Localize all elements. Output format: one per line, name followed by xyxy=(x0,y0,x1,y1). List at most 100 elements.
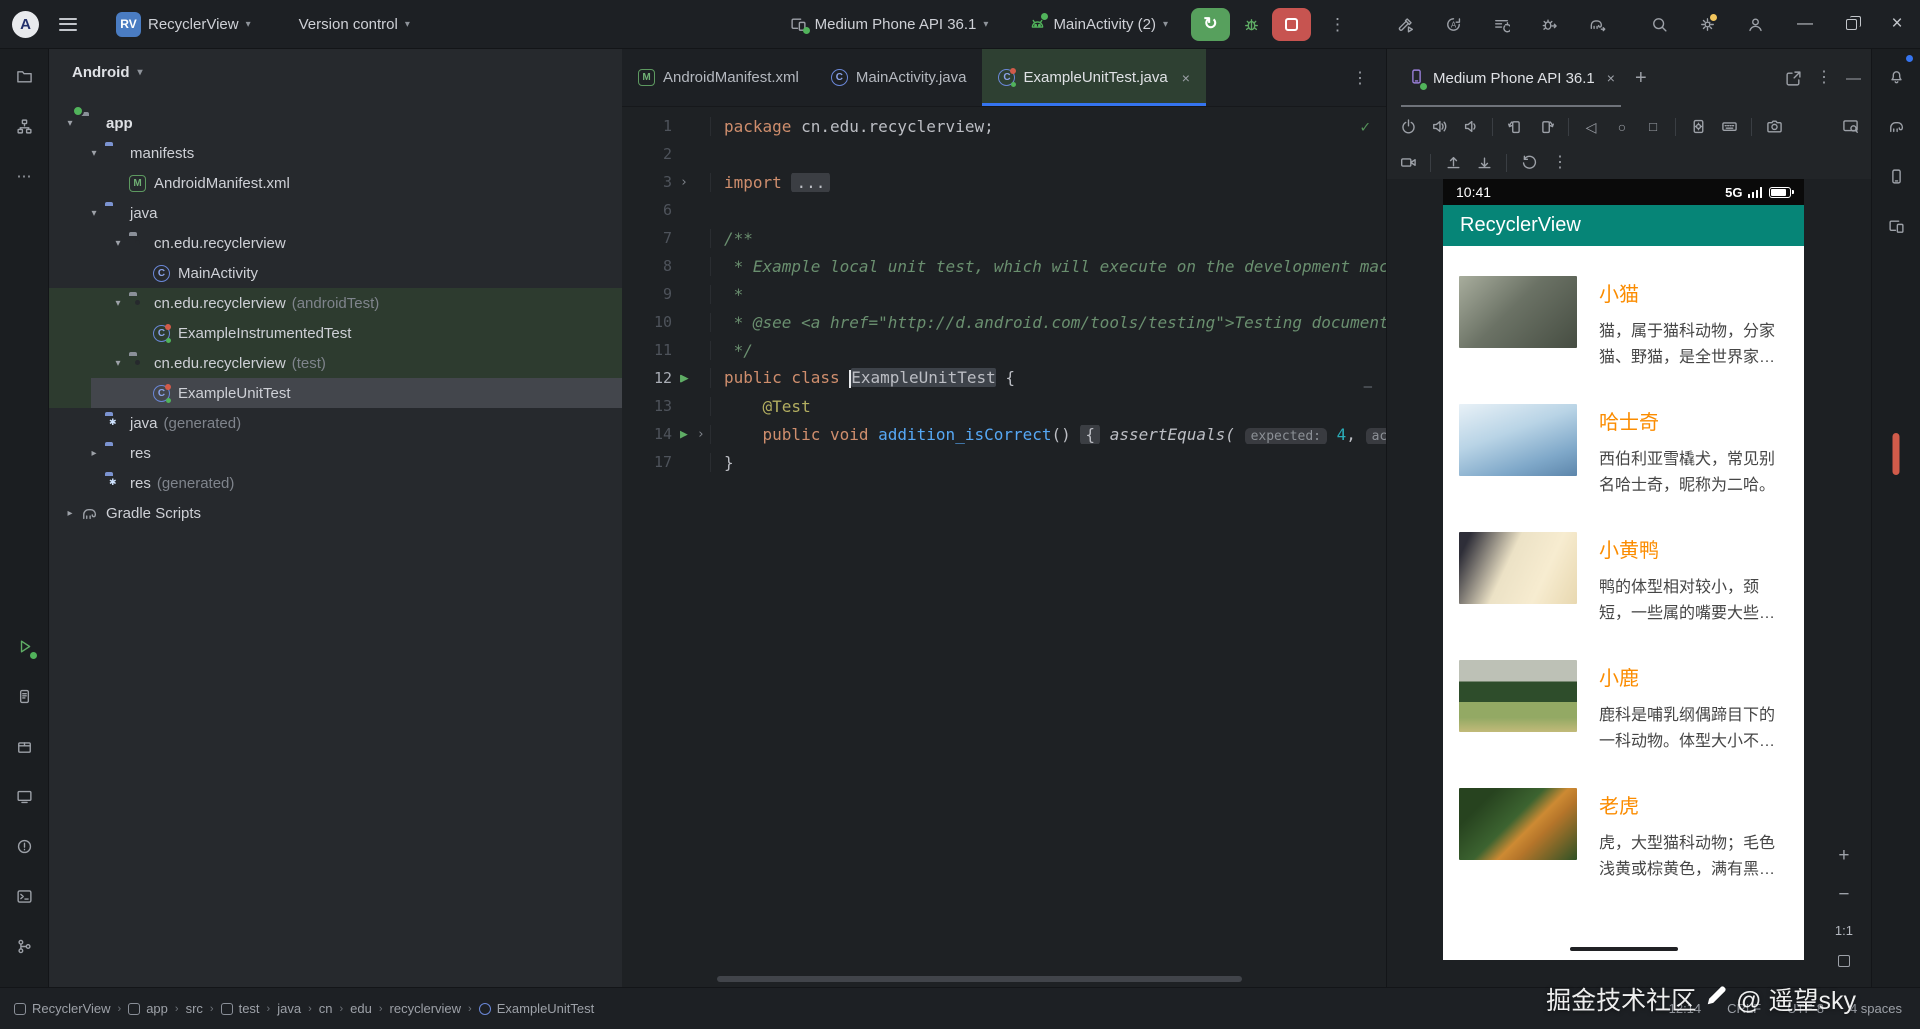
run-all-tests-icon[interactable]: ▶▶ xyxy=(680,371,689,386)
project-widget[interactable]: RV RecyclerView ▾ xyxy=(107,7,260,41)
rotate-left-icon[interactable] xyxy=(1506,118,1524,136)
tree-item-java[interactable]: ▾ java xyxy=(49,198,622,228)
list-item[interactable]: 小鹿鹿科是哺乳纲偶蹄目下的一科动物。体型大小不等，为有角的反… xyxy=(1459,660,1788,755)
tree-item-res[interactable]: res (generated) xyxy=(49,468,622,498)
problems-icon[interactable] xyxy=(6,828,43,865)
tree-item-cn-edu-recyclerview[interactable]: ▾ cn.edu.recyclerview xyxy=(49,228,622,258)
code-changes-icon[interactable] xyxy=(1484,7,1518,41)
more-icon[interactable]: ⋮ xyxy=(1551,154,1569,172)
tree-item-cn-edu-recyclerview[interactable]: ▾ cn.edu.recyclerview (test) xyxy=(49,348,622,378)
code-text[interactable]: /** xyxy=(710,228,1386,248)
project-view-selector[interactable]: Android ▾ xyxy=(49,49,622,96)
tree-item-manifests[interactable]: ▾ manifests xyxy=(49,138,622,168)
list-item[interactable]: 哈士奇 西伯利亚雪橇犬，常见别名哈士奇，昵称为二哈。 xyxy=(1459,404,1788,499)
breadcrumb-exampleunittest[interactable]: ExampleUnitTest xyxy=(478,1001,594,1016)
tree-chevron-icon[interactable]: ▾ xyxy=(107,358,129,369)
device-selector[interactable]: Medium Phone API 36.1 ▾ xyxy=(781,7,998,41)
editor-tab-mainactivity-java[interactable]: C MainActivity.java xyxy=(815,49,983,106)
tree-item-app[interactable]: ▾ app xyxy=(49,108,622,138)
structure-icon[interactable] xyxy=(6,108,43,145)
power-icon[interactable] xyxy=(1399,118,1417,136)
breadcrumb-cn[interactable]: cn xyxy=(319,1001,333,1016)
zoom-to-fit-button[interactable] xyxy=(1837,955,1850,967)
panel-options-icon[interactable]: ⋮ xyxy=(1816,70,1832,86)
list-item[interactable]: 小猫猫，属于猫科动物，分家猫、野猫，是全世界家庭中较为广泛的… xyxy=(1459,276,1788,371)
gradle-icon[interactable] xyxy=(1878,108,1915,145)
list-item[interactable]: 老虎虎，大型猫科动物；毛色浅黄或棕黄色，满有黑色横纹；头圆、耳… xyxy=(1459,788,1788,883)
hardware-input-icon[interactable] xyxy=(1720,118,1738,136)
tree-chevron-icon[interactable]: ▾ xyxy=(107,238,129,249)
reset-icon[interactable] xyxy=(1520,154,1538,172)
close-tab-icon[interactable]: × xyxy=(1182,70,1190,86)
run-configuration-selector[interactable]: MainActivity (2) ▾ xyxy=(1019,7,1177,41)
tree-item-gradle-scripts[interactable]: ▸ Gradle Scripts xyxy=(49,498,622,528)
app-inspection-icon[interactable] xyxy=(6,728,43,765)
add-device-button[interactable]: + xyxy=(1625,67,1657,90)
download-icon[interactable] xyxy=(1475,154,1493,172)
profile-icon[interactable] xyxy=(1738,7,1772,41)
window-search-icon[interactable] xyxy=(1841,118,1859,136)
running-devices-icon[interactable] xyxy=(1878,158,1915,195)
device-explorer-icon[interactable] xyxy=(1878,208,1915,245)
version-control-icon[interactable] xyxy=(6,928,43,965)
code-text[interactable]: public void addition_isCorrect() { asser… xyxy=(710,424,1386,444)
code-text[interactable]: */ xyxy=(710,340,1386,360)
overview-icon[interactable]: □ xyxy=(1644,118,1662,136)
tree-item-java[interactable]: java (generated) xyxy=(49,408,622,438)
tree-item-res[interactable]: ▸ res xyxy=(49,438,622,468)
close-button[interactable]: × xyxy=(1874,0,1920,49)
tree-item-mainactivity[interactable]: C MainActivity xyxy=(49,258,622,288)
tree-chevron-icon[interactable]: ▾ xyxy=(83,208,105,219)
fold-region-icon[interactable]: › xyxy=(697,427,705,442)
notifications-icon[interactable] xyxy=(1878,58,1915,95)
editor-tab-androidmanifest-xml[interactable]: M AndroidManifest.xml xyxy=(622,49,815,106)
volume-up-icon[interactable] xyxy=(1430,118,1448,136)
debug-button[interactable] xyxy=(1234,7,1268,41)
home-icon[interactable]: ○ xyxy=(1613,118,1631,136)
editor-tab-exampleunittest-java[interactable]: C ExampleUnitTest.java × xyxy=(982,49,1207,106)
build-icon[interactable] xyxy=(1388,7,1422,41)
breadcrumb-recyclerview[interactable]: recyclerview xyxy=(390,1001,462,1016)
code-text[interactable]: * xyxy=(710,284,1386,304)
breadcrumb-java[interactable]: java xyxy=(277,1001,301,1016)
logcat-icon[interactable] xyxy=(6,678,43,715)
apply-changes-icon[interactable] xyxy=(1436,7,1470,41)
volume-down-icon[interactable] xyxy=(1461,118,1479,136)
recycler-view-list[interactable]: 小猫猫，属于猫科动物，分家猫、野猫，是全世界家庭中较为广泛的… 哈士奇西伯利亚雪橇… xyxy=(1443,246,1804,938)
tree-item-androidmanifest-xml[interactable]: M AndroidManifest.xml xyxy=(49,168,622,198)
more-icon[interactable]: ⋯ xyxy=(6,158,43,195)
breadcrumb-test[interactable]: test xyxy=(220,1001,260,1016)
run-icon[interactable] xyxy=(6,628,43,665)
main-menu-icon[interactable] xyxy=(59,17,77,31)
tree-chevron-icon[interactable]: ▸ xyxy=(83,448,105,459)
project-icon[interactable] xyxy=(6,58,43,95)
inspection-ok-icon[interactable]: ✓ xyxy=(1360,117,1370,136)
tree-chevron-icon[interactable]: ▸ xyxy=(59,508,81,519)
breadcrumb-app[interactable]: app xyxy=(128,1001,168,1016)
gradle-sync-icon[interactable] xyxy=(1580,7,1614,41)
tree-chevron-icon[interactable]: ▾ xyxy=(83,148,105,159)
code-text[interactable]: * @see <a href="http://d.android.com/too… xyxy=(710,312,1386,332)
hide-panel-icon[interactable]: — xyxy=(1846,71,1861,86)
fold-region-icon[interactable]: › xyxy=(680,175,688,190)
close-device-tab-icon[interactable]: × xyxy=(1607,70,1615,86)
horizontal-scrollbar[interactable] xyxy=(717,976,1242,982)
code-editor[interactable]: ✓ — 1 package cn.edu.recyclerview; 2 3 › impo… xyxy=(622,107,1386,987)
back-icon[interactable]: ◁ xyxy=(1582,118,1600,136)
search-everywhere-icon[interactable] xyxy=(1642,7,1676,41)
code-text[interactable]: * Example local unit test, which will ex… xyxy=(710,256,1386,276)
tree-item-cn-edu-recyclerview[interactable]: ▾ cn.edu.recyclerview (androidTest) xyxy=(49,288,622,318)
settings-icon[interactable] xyxy=(1690,7,1724,41)
device-settings-icon[interactable] xyxy=(1689,118,1707,136)
zoom-reset-button[interactable]: 1:1 xyxy=(1835,923,1853,938)
tree-chevron-icon[interactable]: ▾ xyxy=(107,298,129,309)
list-item[interactable]: 小黄鸭鸭的体型相对较小，颈短，一些属的嘴要大些。腿位于身体后方，… xyxy=(1459,532,1788,627)
gesture-pill[interactable] xyxy=(1569,947,1678,951)
code-text[interactable]: package cn.edu.recyclerview; xyxy=(710,116,1386,136)
stop-button[interactable] xyxy=(1272,7,1311,41)
tree-item-exampleinstrumentedtest[interactable]: C ExampleInstrumentedTest xyxy=(49,318,622,348)
emulator-icon[interactable] xyxy=(6,778,43,815)
phone-screen[interactable]: 10:41 5G RecyclerView 小猫 猫，属于猫科动物，分家猫、野猫，… xyxy=(1443,179,1804,960)
indent-widget[interactable]: 4 spaces xyxy=(1850,1001,1902,1016)
zoom-out-button[interactable]: − xyxy=(1838,884,1849,906)
